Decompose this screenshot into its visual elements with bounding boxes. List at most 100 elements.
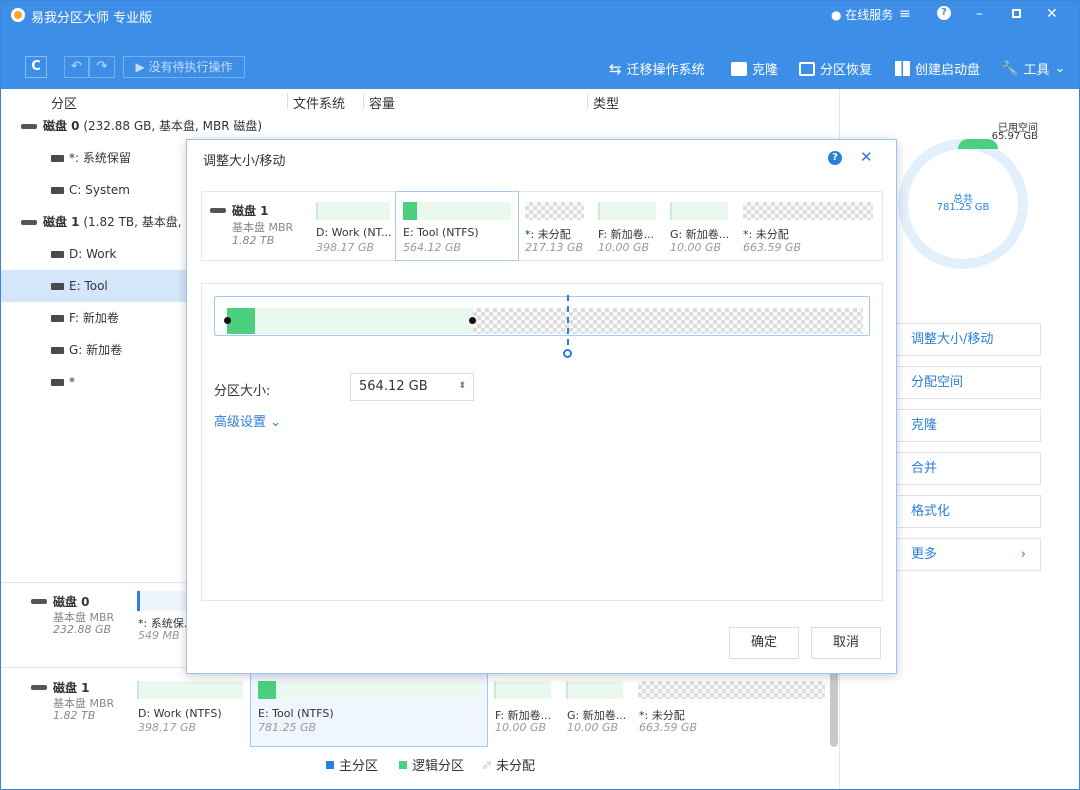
resize-area: 分区大小: 564.12 GB ⬍ 高级设置 ⌄	[201, 283, 883, 601]
seg-f-bar[interactable]	[598, 202, 656, 220]
recover-button[interactable]: 分区恢复	[799, 59, 872, 78]
disk0-map-name: 磁盘 0	[53, 595, 90, 609]
size-label: 分区大小:	[214, 384, 271, 399]
disk1-part-d-size: 398.17 GB	[138, 721, 197, 734]
size-input[interactable]: 564.12 GB ⬍	[350, 373, 474, 401]
disk1-part-d-name: D: Work (NTFS)	[138, 707, 222, 720]
tree-item-label: F: 新加卷	[69, 311, 119, 325]
seg-d-bar[interactable]	[316, 202, 390, 220]
tree-item-label: E: Tool	[69, 279, 108, 293]
tools-menu-button[interactable]: 🔧 工具 ⌄	[1001, 59, 1065, 79]
disk1-map-size: 1.82 TB	[53, 709, 96, 722]
windows-icon	[895, 61, 910, 76]
cancel-button[interactable]: 取消	[811, 627, 881, 659]
advanced-settings-link[interactable]: 高级设置 ⌄	[214, 411, 281, 430]
recover-label: 分区恢复	[820, 63, 873, 78]
more-button[interactable]: 更多 ›	[895, 538, 1041, 571]
dialog-close-icon[interactable]: ✕	[860, 148, 873, 166]
maximize-icon[interactable]	[1012, 9, 1021, 18]
undo-button[interactable]: ↶	[64, 56, 89, 78]
right-resize-handle[interactable]	[469, 317, 476, 324]
usage-arc	[958, 139, 998, 151]
legend-logical-label: 逻辑分区	[412, 759, 465, 774]
primary-swatch	[326, 760, 334, 769]
ok-button[interactable]: 确定	[729, 627, 799, 659]
seg-e-bar	[403, 202, 511, 220]
disk1-part-e-name: E: Tool (NTFS)	[258, 707, 334, 720]
tree-item-d[interactable]: D: Work	[1, 238, 186, 270]
close-icon[interactable]: ✕	[1046, 6, 1058, 22]
tree-item-label: G: 新加卷	[69, 343, 123, 357]
stepper-icon[interactable]: ⬍	[458, 373, 466, 399]
tree-item-f[interactable]: F: 新加卷	[1, 302, 186, 334]
seg-unalloc1-bar[interactable]	[525, 202, 584, 220]
format-button[interactable]: 格式化	[895, 495, 1041, 528]
resize-bar[interactable]	[214, 295, 870, 358]
total-value: 781.25 GB	[936, 202, 990, 213]
left-resize-handle[interactable]	[224, 317, 231, 324]
disk1-part-f-bar[interactable]	[494, 681, 551, 699]
resize-move-button[interactable]: 调整大小/移动	[895, 323, 1041, 356]
tree-item-c[interactable]: C: System	[1, 174, 186, 206]
migrate-os-label: 迁移操作系统	[626, 63, 705, 78]
allocate-space-button[interactable]: 分配空间	[895, 366, 1041, 399]
tree-disk0[interactable]: 磁盘 0 (232.88 GB, 基本盘, MBR 磁盘)	[1, 110, 839, 142]
tree-item-label: C: System	[69, 183, 130, 197]
tree-item-g[interactable]: G: 新加卷	[1, 334, 186, 366]
seg-e-size: 564.12 GB	[403, 241, 462, 254]
disk1-map-name: 磁盘 1	[53, 681, 90, 695]
seg-unalloc1-size: 217.13 GB	[525, 241, 584, 254]
unallocated-fill	[473, 308, 863, 334]
seg-unalloc2-bar[interactable]	[743, 202, 873, 220]
seg-g-name: G: 新加卷...	[670, 228, 730, 241]
disk-map-scrollbar[interactable]	[830, 671, 838, 747]
chevron-right-icon: ›	[1020, 547, 1026, 562]
disk1-map: 磁盘 1 基本盘 MBR 1.82 TB D: Work (NTFS) 398.…	[1, 671, 839, 757]
tree-item-system-reserved[interactable]: *: 系统保留	[1, 142, 186, 174]
app-logo-icon	[11, 8, 25, 22]
tree-item-unallocated[interactable]: *	[1, 366, 186, 398]
dialog-disk-size: 1.82 TB	[232, 234, 275, 247]
alignment-knob[interactable]	[563, 349, 572, 358]
boot-disk-button[interactable]: 创建启动盘	[895, 59, 980, 78]
alignment-marker	[567, 295, 569, 345]
seg-g-bar[interactable]	[670, 202, 728, 220]
disk1-part-f-size: 10.00 GB	[495, 721, 547, 734]
disk1-unallocated-bar[interactable]	[638, 681, 825, 699]
pending-operations-button[interactable]: ▶ 没有待执行操作	[123, 56, 245, 78]
recover-icon	[799, 61, 815, 76]
disk1-part-e-size: 781.25 GB	[258, 721, 317, 734]
disk0-part-bar[interactable]	[137, 591, 189, 611]
seg-d-name: D: Work (NT...	[316, 226, 392, 239]
used-fill	[258, 681, 276, 699]
minimize-icon[interactable]: –	[976, 6, 983, 22]
tree-item-label: *: 系统保留	[69, 151, 131, 165]
disk0-map-size: 232.88 GB	[53, 623, 112, 636]
disk1-part-g-bar[interactable]	[566, 681, 623, 699]
tree-disk1[interactable]: 磁盘 1 (1.82 TB, 基本盘,	[1, 206, 186, 238]
used-fill	[403, 202, 417, 220]
migrate-os-button[interactable]: ⇆ 迁移操作系统	[609, 59, 705, 79]
online-service-button[interactable]: ● 在线服务	[831, 6, 893, 23]
dialog-help-icon[interactable]: ?	[828, 151, 842, 165]
dialog-disk-name: 磁盘 1	[232, 204, 269, 218]
refresh-button[interactable]: C	[25, 56, 47, 78]
legend-unalloc-label: 未分配	[496, 759, 536, 774]
partition-icon	[51, 315, 64, 322]
clone-label: 克隆	[752, 63, 779, 78]
disk1-part-d-bar[interactable]	[137, 681, 243, 699]
disk0-detail: (232.88 GB, 基本盘, MBR 磁盘)	[83, 119, 263, 133]
help-icon[interactable]: ?	[937, 6, 951, 20]
disk-icon	[31, 599, 47, 604]
disk-icon	[21, 124, 37, 129]
clone-partition-button[interactable]: 克隆	[895, 409, 1041, 442]
merge-button[interactable]: 合并	[895, 452, 1041, 485]
tree-item-e[interactable]: E: Tool	[1, 270, 186, 302]
partition-icon	[51, 187, 64, 194]
disk1-part-e-bar	[258, 681, 482, 699]
menu-icon[interactable]: ≡	[899, 6, 911, 22]
partition-icon	[51, 155, 64, 162]
clone-button[interactable]: 克隆	[731, 59, 778, 78]
partition-icon	[51, 283, 64, 290]
redo-button[interactable]: ↷	[89, 56, 115, 78]
